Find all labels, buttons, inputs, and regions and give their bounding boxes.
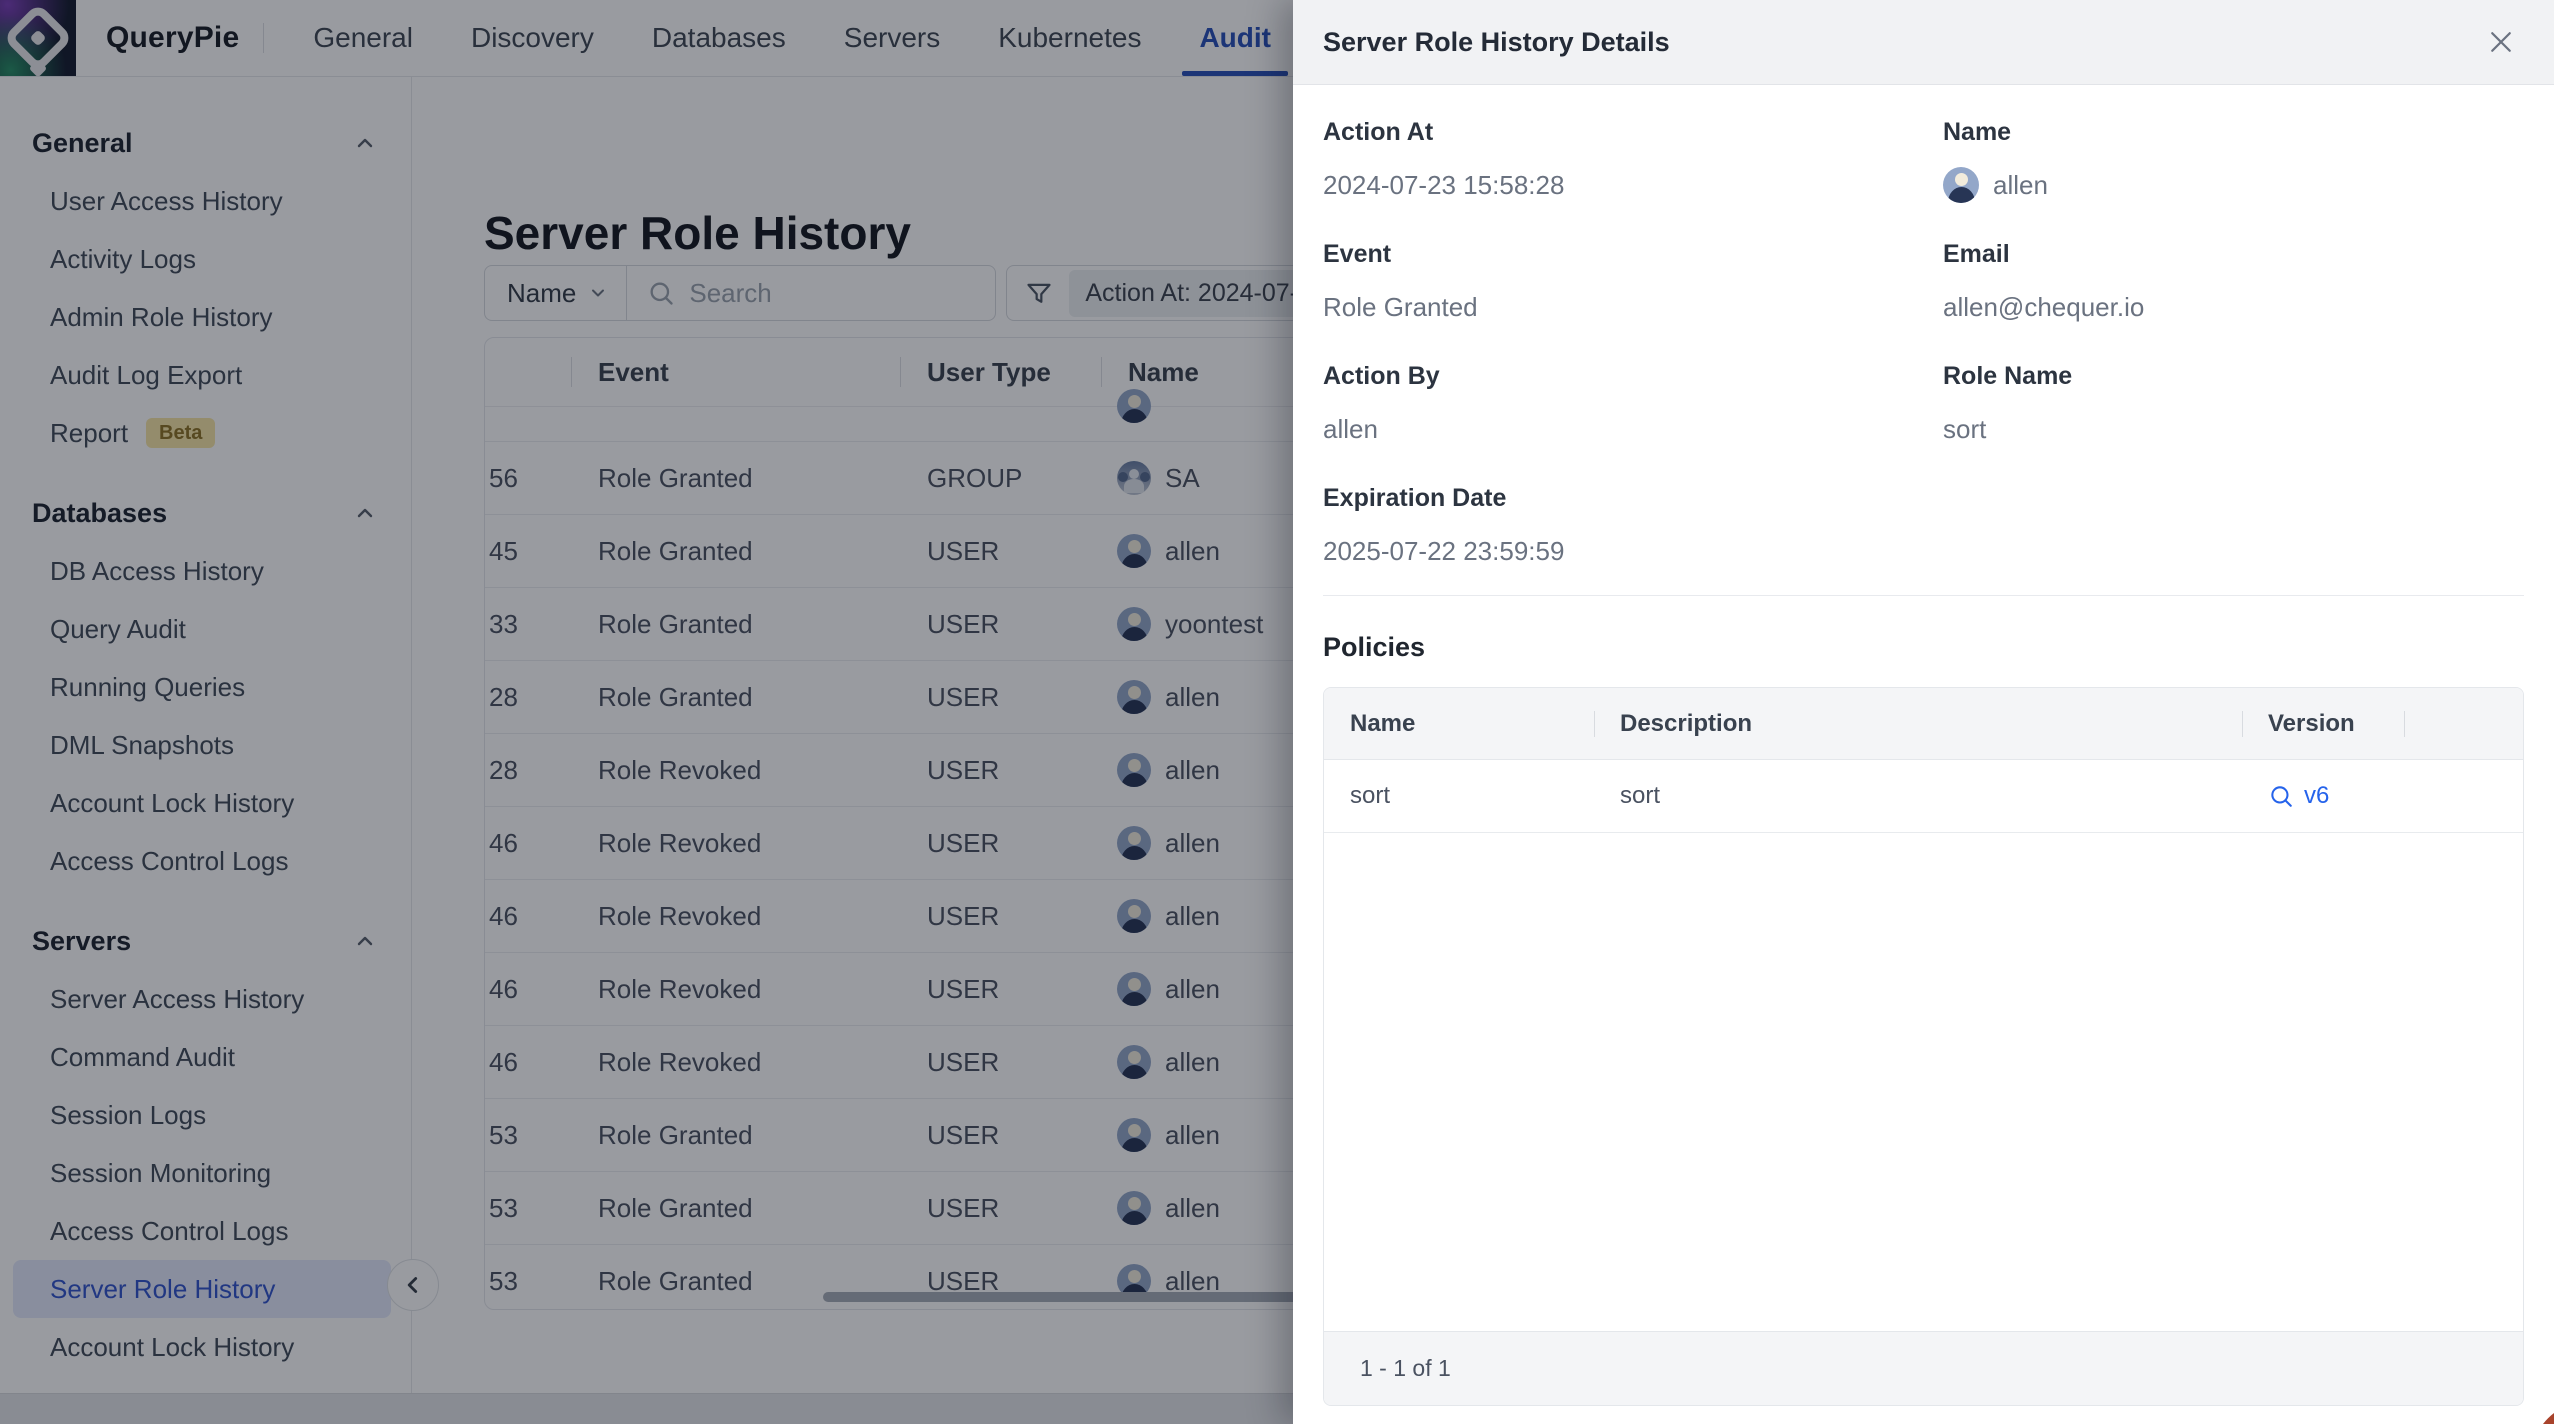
policies-column-description[interactable]: Description	[1594, 710, 2242, 738]
field-value: sort	[1943, 411, 2524, 447]
policies-empty-space	[1324, 833, 2523, 1331]
policies-table: Name Description Version sort sort v6	[1323, 687, 2524, 1406]
details-panel-header: Server Role History Details	[1293, 0, 2554, 85]
field-event: Event Role Granted	[1323, 239, 1943, 325]
details-panel: Server Role History Details Action At 20…	[1293, 0, 2554, 1424]
user-avatar	[1943, 167, 1979, 203]
field-label: Name	[1943, 117, 2524, 147]
policies-column-version[interactable]: Version	[2242, 710, 2404, 738]
field-value: allen	[1323, 411, 1943, 447]
version-link[interactable]: v6	[2268, 782, 2404, 810]
field-label: Action By	[1323, 361, 1943, 391]
field-value: allen	[1943, 167, 2524, 203]
field-role-name: Role Name sort	[1943, 361, 2524, 447]
magnifier-icon	[2268, 783, 2294, 809]
user-name: allen	[1993, 167, 2048, 203]
policies-column-name[interactable]: Name	[1324, 710, 1594, 738]
field-label: Event	[1323, 239, 1943, 269]
details-panel-body: Action At 2024-07-23 15:58:28 Name allen…	[1293, 85, 2554, 1406]
field-label: Email	[1943, 239, 2524, 269]
details-panel-title: Server Role History Details	[1323, 27, 1670, 58]
field-label: Action At	[1323, 117, 1943, 147]
close-icon	[2486, 27, 2516, 57]
close-button[interactable]	[2478, 19, 2524, 65]
field-name: Name allen	[1943, 117, 2524, 203]
field-action-at: Action At 2024-07-23 15:58:28	[1323, 117, 1943, 203]
policies-heading: Policies	[1323, 632, 2524, 663]
policies-header-row: Name Description Version	[1324, 688, 2523, 760]
policy-description: sort	[1594, 782, 2242, 810]
field-value: allen@chequer.io	[1943, 289, 2524, 325]
field-action-by: Action By allen	[1323, 361, 1943, 447]
app-root: QueryPie General Discovery Databases Ser…	[0, 0, 2554, 1424]
policy-version-cell: v6	[2242, 782, 2404, 810]
section-divider	[1323, 595, 2524, 596]
policy-name: sort	[1324, 782, 1594, 810]
field-value: Role Granted	[1323, 289, 1943, 325]
field-expiration-date: Expiration Date 2025-07-22 23:59:59	[1323, 483, 1943, 569]
version-label: v6	[2304, 782, 2329, 810]
field-email: Email allen@chequer.io	[1943, 239, 2524, 325]
field-value: 2024-07-23 15:58:28	[1323, 167, 1943, 203]
policy-row[interactable]: sort sort v6	[1324, 760, 2523, 833]
policies-pagination: 1 - 1 of 1	[1324, 1331, 2523, 1405]
pagination-label: 1 - 1 of 1	[1360, 1355, 1451, 1382]
field-label: Expiration Date	[1323, 483, 1943, 513]
detail-fields: Action At 2024-07-23 15:58:28 Name allen…	[1323, 117, 2524, 569]
field-label: Role Name	[1943, 361, 2524, 391]
field-value: 2025-07-22 23:59:59	[1323, 533, 1943, 569]
